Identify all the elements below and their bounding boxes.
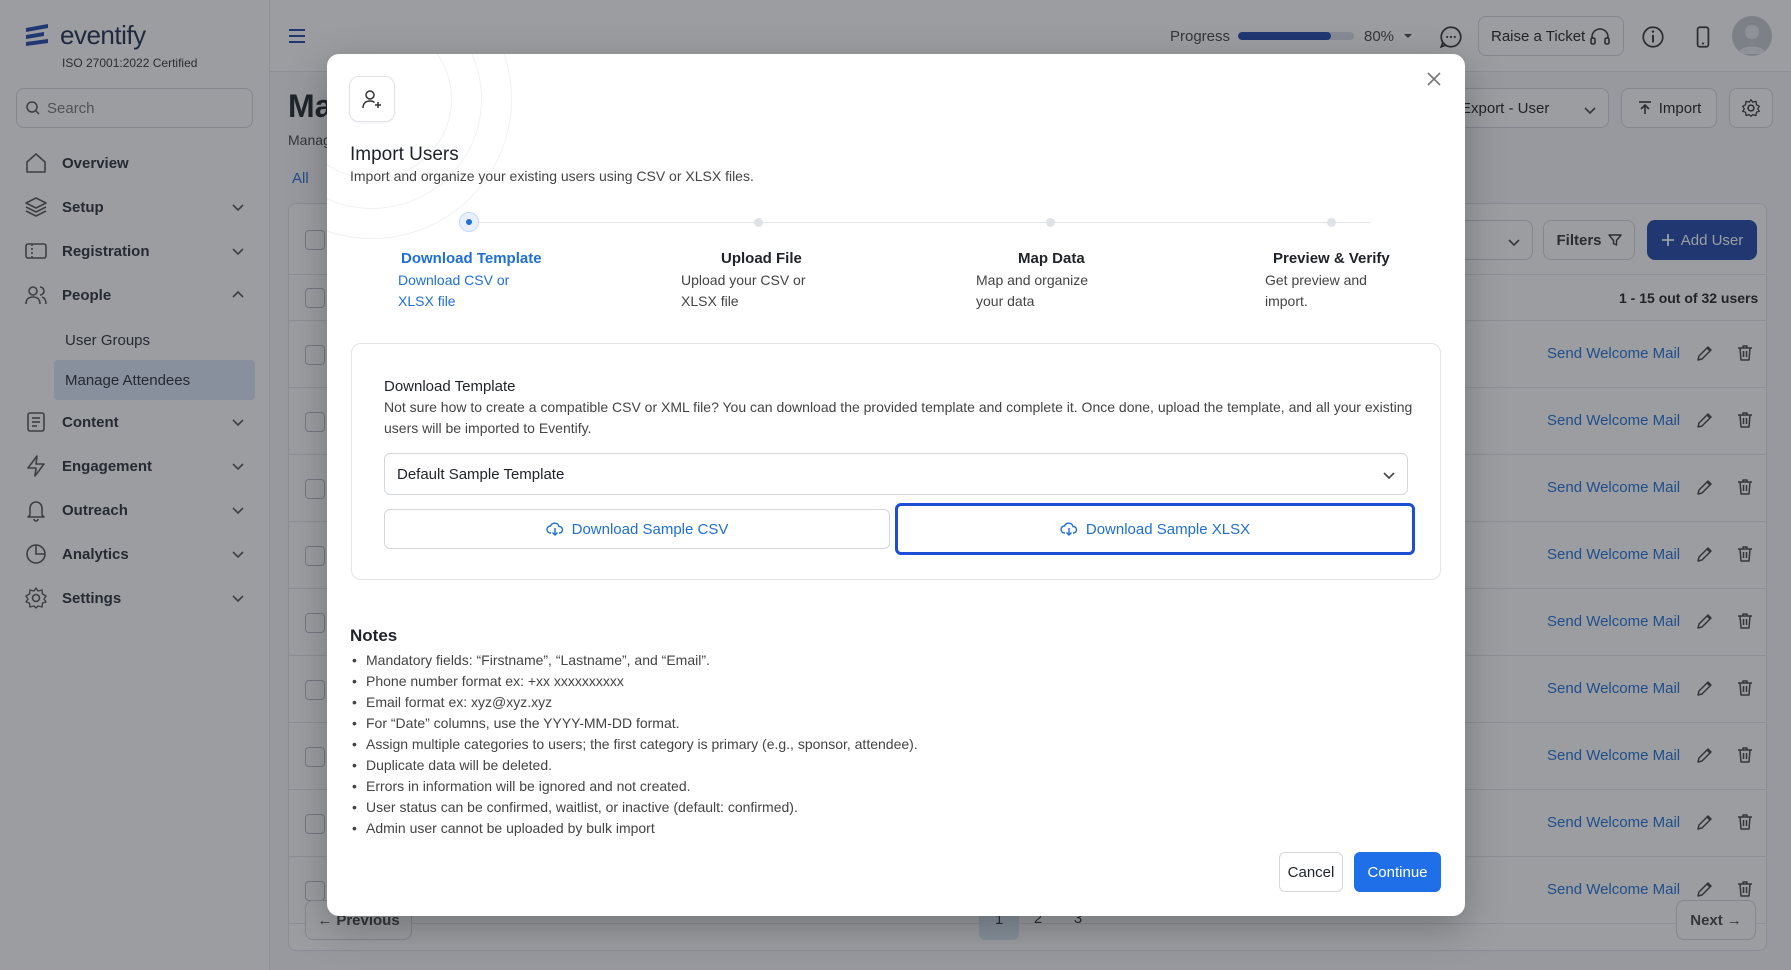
user-plus-icon — [362, 90, 381, 109]
note-item: Duplicate data will be deleted. — [350, 755, 918, 776]
note-item: Phone number format ex: +xx xxxxxxxxxx — [350, 671, 918, 692]
cloud-download-icon — [1060, 522, 1078, 536]
modal-description: Import and organize your existing users … — [350, 168, 754, 184]
step-2-title: Upload File — [721, 250, 802, 267]
download-sample-xlsx-button[interactable]: Download Sample XLSX — [895, 503, 1415, 555]
chevron-down-icon — [1383, 472, 1395, 480]
download-template-title: Download Template — [384, 378, 516, 395]
step-2-description: Upload your CSV or XLSX file — [681, 272, 806, 309]
step-1-description: Download CSV or XLSX file — [398, 272, 510, 309]
template-select[interactable]: Default Sample Template — [384, 453, 1408, 495]
step-2-indicator — [754, 218, 763, 227]
cancel-button[interactable]: Cancel — [1279, 852, 1343, 892]
close-icon[interactable] — [1423, 68, 1445, 90]
download-sample-csv-button[interactable]: Download Sample CSV — [384, 509, 890, 549]
step-1-indicator — [459, 212, 479, 232]
note-item: Admin user cannot be uploaded by bulk im… — [350, 818, 918, 839]
note-item: Errors in information will be ignored an… — [350, 776, 918, 797]
notes-title: Notes — [350, 626, 398, 645]
step-4-description: Get preview and import. — [1265, 272, 1367, 309]
note-item: Assign multiple categories to users; the… — [350, 734, 918, 755]
notes-list: Mandatory fields: “Firstname”, “Lastname… — [350, 650, 918, 839]
step-4-indicator — [1327, 218, 1336, 227]
step-4-title: Preview & Verify — [1273, 250, 1390, 267]
import-users-modal: Import Users Import and organize your ex… — [327, 54, 1465, 916]
download-template-description: Not sure how to create a compatible CSV … — [384, 399, 1413, 436]
note-item: User status can be confirmed, waitlist, … — [350, 797, 918, 818]
stepper-track — [470, 222, 1370, 223]
step-3-description: Map and organize your data — [976, 272, 1089, 309]
note-item: For “Date” columns, use the YYYY-MM-DD f… — [350, 713, 918, 734]
note-item: Mandatory fields: “Firstname”, “Lastname… — [350, 650, 918, 671]
template-select-value: Default Sample Template — [397, 465, 565, 483]
modal-title: Import Users — [350, 144, 459, 165]
download-xlsx-label: Download Sample XLSX — [1085, 520, 1251, 538]
step-1-title[interactable]: Download Template — [401, 250, 542, 267]
continue-button[interactable]: Continue — [1354, 852, 1441, 892]
cloud-download-icon — [545, 522, 563, 536]
step-3-title: Map Data — [1018, 250, 1085, 267]
step-3-indicator — [1046, 218, 1055, 227]
modal-header-icon — [349, 76, 395, 122]
download-csv-label: Download Sample CSV — [571, 520, 729, 538]
note-item: Email format ex: xyz@xyz.xyz — [350, 692, 918, 713]
